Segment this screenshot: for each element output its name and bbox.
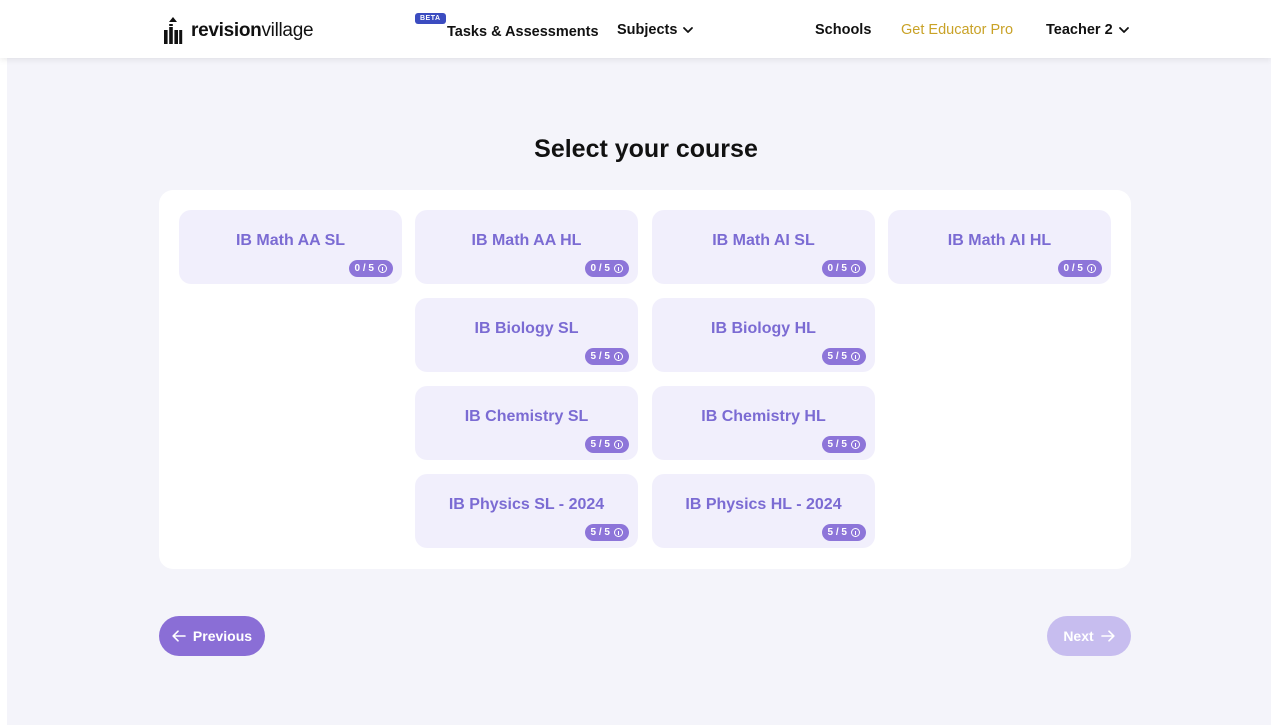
course-card-ib-physics-sl-2024[interactable]: IB Physics SL - 2024 5 / 5: [415, 474, 638, 548]
info-icon[interactable]: [614, 264, 623, 273]
user-name: Teacher 2: [1046, 22, 1113, 38]
info-icon[interactable]: [851, 528, 860, 537]
get-educator-pro-link[interactable]: Get Educator Pro: [901, 22, 1013, 38]
logo-text: revisionvillage: [191, 20, 314, 41]
nav-tasks-assessments[interactable]: Tasks & Assessments: [447, 24, 599, 40]
next-button[interactable]: Next: [1047, 616, 1131, 656]
page-title: Select your course: [534, 135, 758, 163]
course-card-ib-biology-hl[interactable]: IB Biology HL 5 / 5: [652, 298, 875, 372]
progress-text: 5 / 5: [827, 439, 847, 450]
course-label: IB Math AA HL: [471, 232, 582, 249]
info-icon[interactable]: [378, 264, 387, 273]
course-card-ib-biology-sl[interactable]: IB Biology SL 5 / 5: [415, 298, 638, 372]
course-selection-panel: IB Math AA SL 0 / 5 IB Math AA HL 0 / 5 …: [159, 190, 1131, 569]
progress-text: 0 / 5: [590, 263, 610, 274]
nav-tasks-label: Tasks & Assessments: [447, 24, 599, 40]
logo-icon: [164, 17, 183, 44]
course-label: IB Chemistry SL: [464, 408, 589, 425]
progress-badge: 5 / 5: [821, 348, 866, 365]
progress-badge: 5 / 5: [584, 436, 629, 453]
beta-badge: BETA: [415, 13, 446, 24]
course-label: IB Math AI SL: [712, 232, 815, 249]
progress-badge: 0 / 5: [1057, 260, 1102, 277]
user-menu-dropdown[interactable]: Teacher 2: [1046, 22, 1130, 38]
progress-badge: 0 / 5: [821, 260, 866, 277]
top-navigation-bar: revisionvillage BETA Tasks & Assessments…: [0, 0, 1271, 58]
course-card-ib-math-ai-hl[interactable]: IB Math AI HL 0 / 5: [888, 210, 1111, 284]
course-label: IB Biology HL: [711, 320, 816, 337]
nav-subjects-label: Subjects: [617, 22, 678, 38]
chevron-down-icon: [1118, 27, 1129, 33]
info-icon[interactable]: [614, 440, 623, 449]
progress-badge: 5 / 5: [821, 436, 866, 453]
progress-text: 5 / 5: [827, 527, 847, 538]
progress-text: 5 / 5: [590, 527, 610, 538]
course-card-ib-chemistry-sl[interactable]: IB Chemistry SL 5 / 5: [415, 386, 638, 460]
arrow-left-icon: [172, 630, 186, 642]
course-label: IB Math AA SL: [235, 232, 346, 249]
progress-badge: 5 / 5: [584, 348, 629, 365]
progress-badge: 0 / 5: [348, 260, 393, 277]
revisionvillage-logo[interactable]: revisionvillage: [163, 17, 314, 45]
previous-label: Previous: [192, 628, 253, 644]
previous-button[interactable]: Previous: [159, 616, 265, 656]
course-label: IB Chemistry HL: [701, 408, 826, 425]
course-label: IB Physics HL - 2024: [685, 496, 842, 513]
educator-pro-label: Get Educator Pro: [901, 22, 1014, 38]
arrow-right-icon: [1100, 630, 1115, 642]
progress-text: 5 / 5: [590, 351, 610, 362]
progress-text: 5 / 5: [590, 439, 610, 450]
info-icon[interactable]: [851, 352, 860, 361]
info-icon[interactable]: [614, 352, 623, 361]
nav-schools[interactable]: Schools: [815, 22, 871, 38]
nav-subjects-dropdown[interactable]: Subjects: [617, 22, 694, 38]
course-label: IB Math AI HL: [947, 232, 1052, 249]
course-card-ib-math-aa-hl[interactable]: IB Math AA HL 0 / 5: [415, 210, 638, 284]
chevron-down-icon: [683, 27, 694, 33]
info-icon[interactable]: [614, 528, 623, 537]
info-icon[interactable]: [851, 264, 860, 273]
next-label: Next: [1063, 628, 1094, 644]
main-content: Select your course IB Math AA SL 0 / 5 I…: [7, 58, 1271, 725]
progress-text: 5 / 5: [827, 351, 847, 362]
course-card-ib-physics-hl-2024[interactable]: IB Physics HL - 2024 5 / 5: [652, 474, 875, 548]
progress-text: 0 / 5: [354, 263, 374, 274]
progress-badge: 5 / 5: [584, 524, 629, 541]
progress-text: 0 / 5: [1063, 263, 1083, 274]
course-label: IB Physics SL - 2024: [448, 496, 605, 513]
nav-schools-label: Schools: [815, 22, 872, 38]
course-card-ib-math-aa-sl[interactable]: IB Math AA SL 0 / 5: [179, 210, 402, 284]
progress-text: 0 / 5: [827, 263, 847, 274]
course-card-ib-math-ai-sl[interactable]: IB Math AI SL 0 / 5: [652, 210, 875, 284]
course-label: IB Biology SL: [474, 320, 579, 337]
progress-badge: 0 / 5: [584, 260, 629, 277]
course-card-ib-chemistry-hl[interactable]: IB Chemistry HL 5 / 5: [652, 386, 875, 460]
info-icon[interactable]: [1087, 264, 1096, 273]
progress-badge: 5 / 5: [821, 524, 866, 541]
info-icon[interactable]: [851, 440, 860, 449]
